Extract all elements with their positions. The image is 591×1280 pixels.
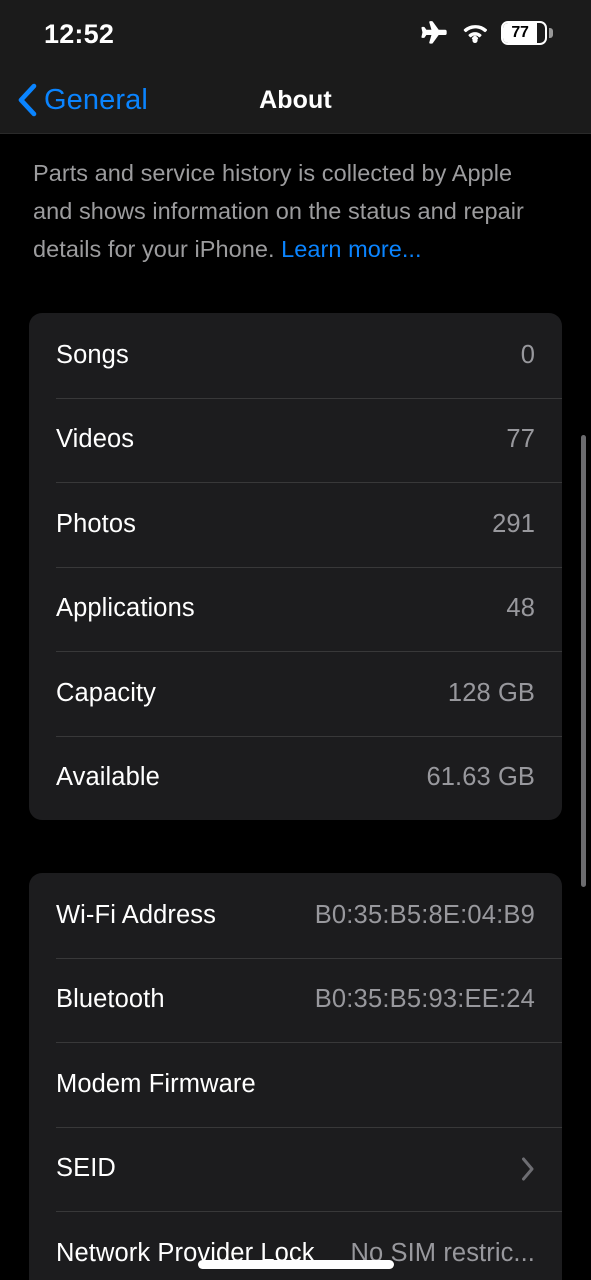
row-value: B0:35:B5:93:EE:24 (314, 985, 535, 1014)
table-row-wifi-address[interactable]: Wi-Fi Address B0:35:B5:8E:04:B9 (29, 873, 562, 958)
row-label: SEID (56, 1154, 116, 1183)
table-row-videos[interactable]: Videos 77 (29, 397, 562, 483)
storage-group: Songs 0 Videos 77 Photos 291 Application… (29, 313, 562, 820)
table-row-capacity[interactable]: Capacity 128 GB (29, 651, 562, 736)
status-bar-clock: 12:52 (44, 18, 115, 49)
row-label: Songs (56, 340, 129, 369)
battery-icon: 77 (501, 21, 553, 45)
vertical-scrollbar[interactable] (581, 435, 586, 887)
table-row-bluetooth[interactable]: Bluetooth B0:35:B5:93:EE:24 (29, 957, 562, 1043)
status-bar-indicators: 77 (421, 19, 553, 47)
row-label: Wi-Fi Address (56, 900, 216, 929)
network-group: Wi-Fi Address B0:35:B5:8E:04:B9 Bluetoot… (29, 873, 562, 1280)
table-row-applications[interactable]: Applications 48 (29, 566, 562, 652)
table-row-modem-firmware[interactable]: Modem Firmware (29, 1042, 562, 1127)
row-value: B0:35:B5:8E:04:B9 (314, 900, 535, 929)
airplane-mode-icon (421, 21, 447, 44)
navigation-bar: General About (0, 66, 591, 134)
table-row-available[interactable]: Available 61.63 GB (29, 735, 562, 821)
row-value: 0 (520, 340, 535, 369)
wifi-icon (463, 25, 488, 43)
note-text: Parts and service history is collected b… (33, 160, 524, 262)
row-label: Videos (56, 425, 135, 454)
parts-service-history-note: Parts and service history is collected b… (0, 134, 591, 268)
row-label: Photos (56, 509, 136, 538)
home-indicator[interactable] (197, 1260, 394, 1269)
row-label: Bluetooth (56, 985, 165, 1014)
table-row-photos[interactable]: Photos 291 (29, 482, 562, 567)
scroll-content[interactable]: Parts and service history is collected b… (0, 134, 591, 1280)
row-value: 61.63 GB (426, 763, 535, 792)
battery-cap (549, 28, 553, 38)
row-value: 48 (506, 594, 535, 623)
row-label: Applications (56, 594, 195, 623)
battery-body: 77 (501, 21, 547, 45)
row-value: 128 GB (447, 678, 535, 707)
battery-percentage: 77 (511, 24, 529, 41)
row-label: Capacity (56, 678, 157, 707)
page-title: About (259, 85, 332, 114)
learn-more-link[interactable]: Learn more... (281, 236, 421, 262)
status-bar: 12:52 77 (0, 0, 591, 66)
chevron-right-icon (522, 1157, 534, 1181)
table-row-songs[interactable]: Songs 0 (29, 313, 562, 398)
table-row-network-provider-lock[interactable]: Network Provider Lock No SIM restric... (29, 1211, 562, 1280)
row-label: Modem Firmware (56, 1069, 256, 1098)
table-row-seid[interactable]: SEID (29, 1126, 562, 1212)
row-label: Available (56, 763, 160, 792)
row-value: 291 (492, 509, 535, 538)
row-value: 77 (506, 425, 535, 454)
